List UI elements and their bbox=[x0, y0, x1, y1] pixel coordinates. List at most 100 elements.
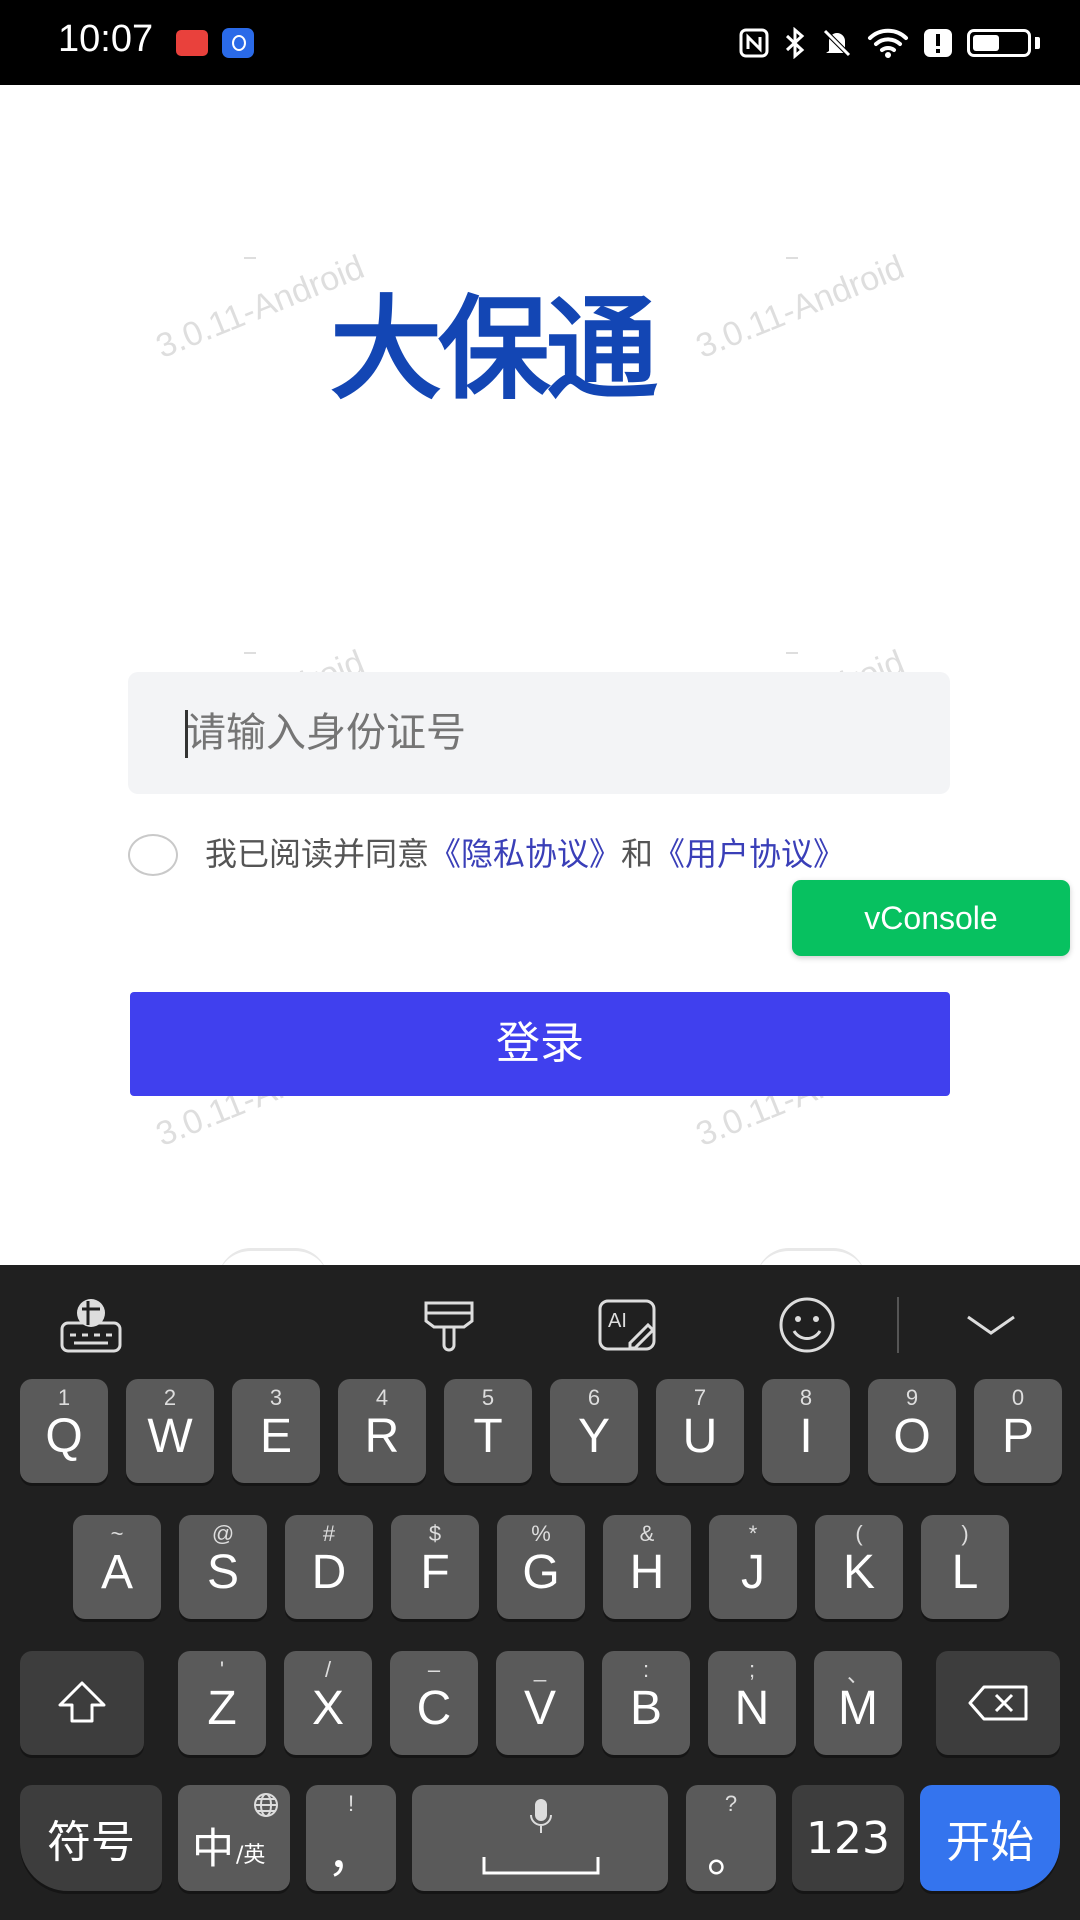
svg-text:AI: AI bbox=[608, 1310, 627, 1332]
key-z[interactable]: ' Z bbox=[178, 1651, 266, 1755]
key-secondary-label: * bbox=[748, 1521, 758, 1546]
key-y[interactable]: 6Y bbox=[550, 1379, 638, 1483]
key-secondary-label: @ bbox=[211, 1521, 235, 1546]
key-k[interactable]: (K bbox=[815, 1515, 903, 1619]
wifi-icon bbox=[867, 27, 909, 59]
login-button[interactable]: 登录 bbox=[130, 992, 950, 1096]
symbols-key-label: 符号 bbox=[47, 1817, 135, 1868]
language-key-sub: /英 bbox=[236, 1843, 266, 1868]
app-logo: 大保通 bbox=[330, 285, 658, 415]
key-j[interactable]: * J bbox=[709, 1515, 797, 1619]
key-primary-label: U bbox=[682, 1410, 718, 1463]
key-secondary-label: ~ bbox=[110, 1521, 124, 1546]
key-q[interactable]: 1Q bbox=[20, 1379, 108, 1483]
backspace-key[interactable] bbox=[936, 1651, 1060, 1755]
key-g[interactable]: % G bbox=[497, 1515, 585, 1619]
bluetooth-icon bbox=[783, 27, 807, 59]
key-f[interactable]: $ F bbox=[391, 1515, 479, 1619]
key-p[interactable]: 0P bbox=[974, 1379, 1062, 1483]
key-b[interactable]: :B bbox=[602, 1651, 690, 1755]
emoji-icon[interactable] bbox=[774, 1295, 840, 1355]
key-c[interactable]: – C bbox=[390, 1651, 478, 1755]
status-time: 10:07 bbox=[58, 18, 154, 60]
notification-app-icon bbox=[176, 30, 208, 56]
key-secondary-label: ; bbox=[748, 1657, 756, 1682]
key-primary-label: S bbox=[206, 1546, 239, 1599]
collapse-keyboard-icon[interactable] bbox=[958, 1295, 1024, 1355]
key-secondary-label: 3 bbox=[269, 1385, 283, 1410]
key-n[interactable]: ; N bbox=[708, 1651, 796, 1755]
language-switch-key[interactable]: 中 /英 bbox=[178, 1785, 290, 1891]
ai-write-icon[interactable]: AI bbox=[596, 1295, 662, 1355]
key-t[interactable]: 5T bbox=[444, 1379, 532, 1483]
keyboard-toolbar: AI bbox=[0, 1265, 1080, 1380]
period-key[interactable]: ? 。 bbox=[686, 1785, 776, 1891]
key-v[interactable]: _ V bbox=[496, 1651, 584, 1755]
key-secondary-label: # bbox=[322, 1521, 336, 1546]
enter-key-label: 开始 bbox=[946, 1817, 1034, 1868]
space-key[interactable] bbox=[412, 1785, 668, 1891]
key-u[interactable]: 7U bbox=[656, 1379, 744, 1483]
mute-icon bbox=[821, 27, 853, 59]
key-primary-label: G bbox=[522, 1546, 560, 1599]
key-a[interactable]: ~ A bbox=[73, 1515, 161, 1619]
key-primary-label: W bbox=[147, 1410, 193, 1463]
watermark-dash bbox=[786, 652, 798, 654]
key-primary-label: J bbox=[741, 1546, 765, 1599]
key-r[interactable]: 4R bbox=[338, 1379, 426, 1483]
key-secondary-label: ( bbox=[855, 1521, 863, 1546]
key-primary-label: M bbox=[838, 1682, 878, 1735]
comma-key-main: ， bbox=[326, 1829, 375, 1882]
privacy-policy-link[interactable]: 《隐私协议》 bbox=[429, 835, 621, 873]
key-secondary-label: 7 bbox=[693, 1385, 707, 1410]
key-primary-label: X bbox=[311, 1682, 344, 1735]
key-secondary-label: 9 bbox=[905, 1385, 919, 1410]
vconsole-button[interactable]: vConsole bbox=[792, 880, 1070, 956]
key-e[interactable]: 3E bbox=[232, 1379, 320, 1483]
key-primary-label: Q bbox=[45, 1410, 83, 1463]
agreement-prefix: 我已阅读并同意 bbox=[205, 835, 430, 873]
key-primary-label: Y bbox=[577, 1410, 610, 1463]
key-o[interactable]: 9O bbox=[868, 1379, 956, 1483]
key-secondary-label: 1 bbox=[57, 1385, 71, 1410]
key-secondary-label: / bbox=[324, 1657, 332, 1682]
key-l[interactable]: ) L bbox=[921, 1515, 1009, 1619]
key-secondary-label: 6 bbox=[587, 1385, 601, 1410]
key-w[interactable]: 2W bbox=[126, 1379, 214, 1483]
key-i[interactable]: 8I bbox=[762, 1379, 850, 1483]
status-icons bbox=[739, 22, 1040, 64]
key-primary-label: N bbox=[734, 1682, 770, 1735]
shift-key[interactable] bbox=[20, 1651, 144, 1755]
key-primary-label: H bbox=[629, 1546, 665, 1599]
agreement-checkbox[interactable] bbox=[128, 834, 178, 876]
toolbar-divider bbox=[897, 1297, 899, 1353]
comma-key[interactable]: ! ， bbox=[306, 1785, 396, 1891]
key-h[interactable]: & H bbox=[603, 1515, 691, 1619]
comma-key-sub: ! bbox=[347, 1791, 355, 1816]
key-secondary-label: _ bbox=[533, 1657, 547, 1682]
key-primary-label: D bbox=[311, 1546, 347, 1599]
numbers-key[interactable]: 123 bbox=[792, 1785, 904, 1891]
key-s[interactable]: @ S bbox=[179, 1515, 267, 1619]
globe-icon bbox=[252, 1791, 280, 1823]
key-secondary-label: $ bbox=[428, 1521, 442, 1546]
agreement-conjunction: 和 bbox=[621, 835, 654, 873]
key-d[interactable]: # D bbox=[285, 1515, 373, 1619]
microphone-icon bbox=[528, 1797, 554, 1841]
id-number-input[interactable] bbox=[128, 672, 950, 794]
key-secondary-label: ' bbox=[219, 1657, 225, 1682]
alert-icon bbox=[923, 28, 953, 58]
status-bar: 10:07 bbox=[0, 0, 1080, 85]
theme-brush-icon[interactable] bbox=[416, 1295, 482, 1355]
user-agreement-link[interactable]: 《用户协议》 bbox=[653, 835, 845, 873]
key-primary-label: I bbox=[799, 1410, 813, 1463]
key-secondary-label: 8 bbox=[799, 1385, 813, 1410]
keyboard-settings-icon[interactable] bbox=[58, 1295, 124, 1355]
key-m[interactable]: 、 M bbox=[814, 1651, 902, 1755]
enter-key[interactable]: 开始 bbox=[920, 1785, 1060, 1891]
shift-icon bbox=[20, 1651, 144, 1755]
symbols-key[interactable]: 符号 bbox=[20, 1785, 162, 1891]
agreement-text: 我已阅读并同意《隐私协议》和《用户协议》 bbox=[205, 830, 845, 878]
key-secondary-label: % bbox=[531, 1521, 551, 1546]
key-x[interactable]: / X bbox=[284, 1651, 372, 1755]
